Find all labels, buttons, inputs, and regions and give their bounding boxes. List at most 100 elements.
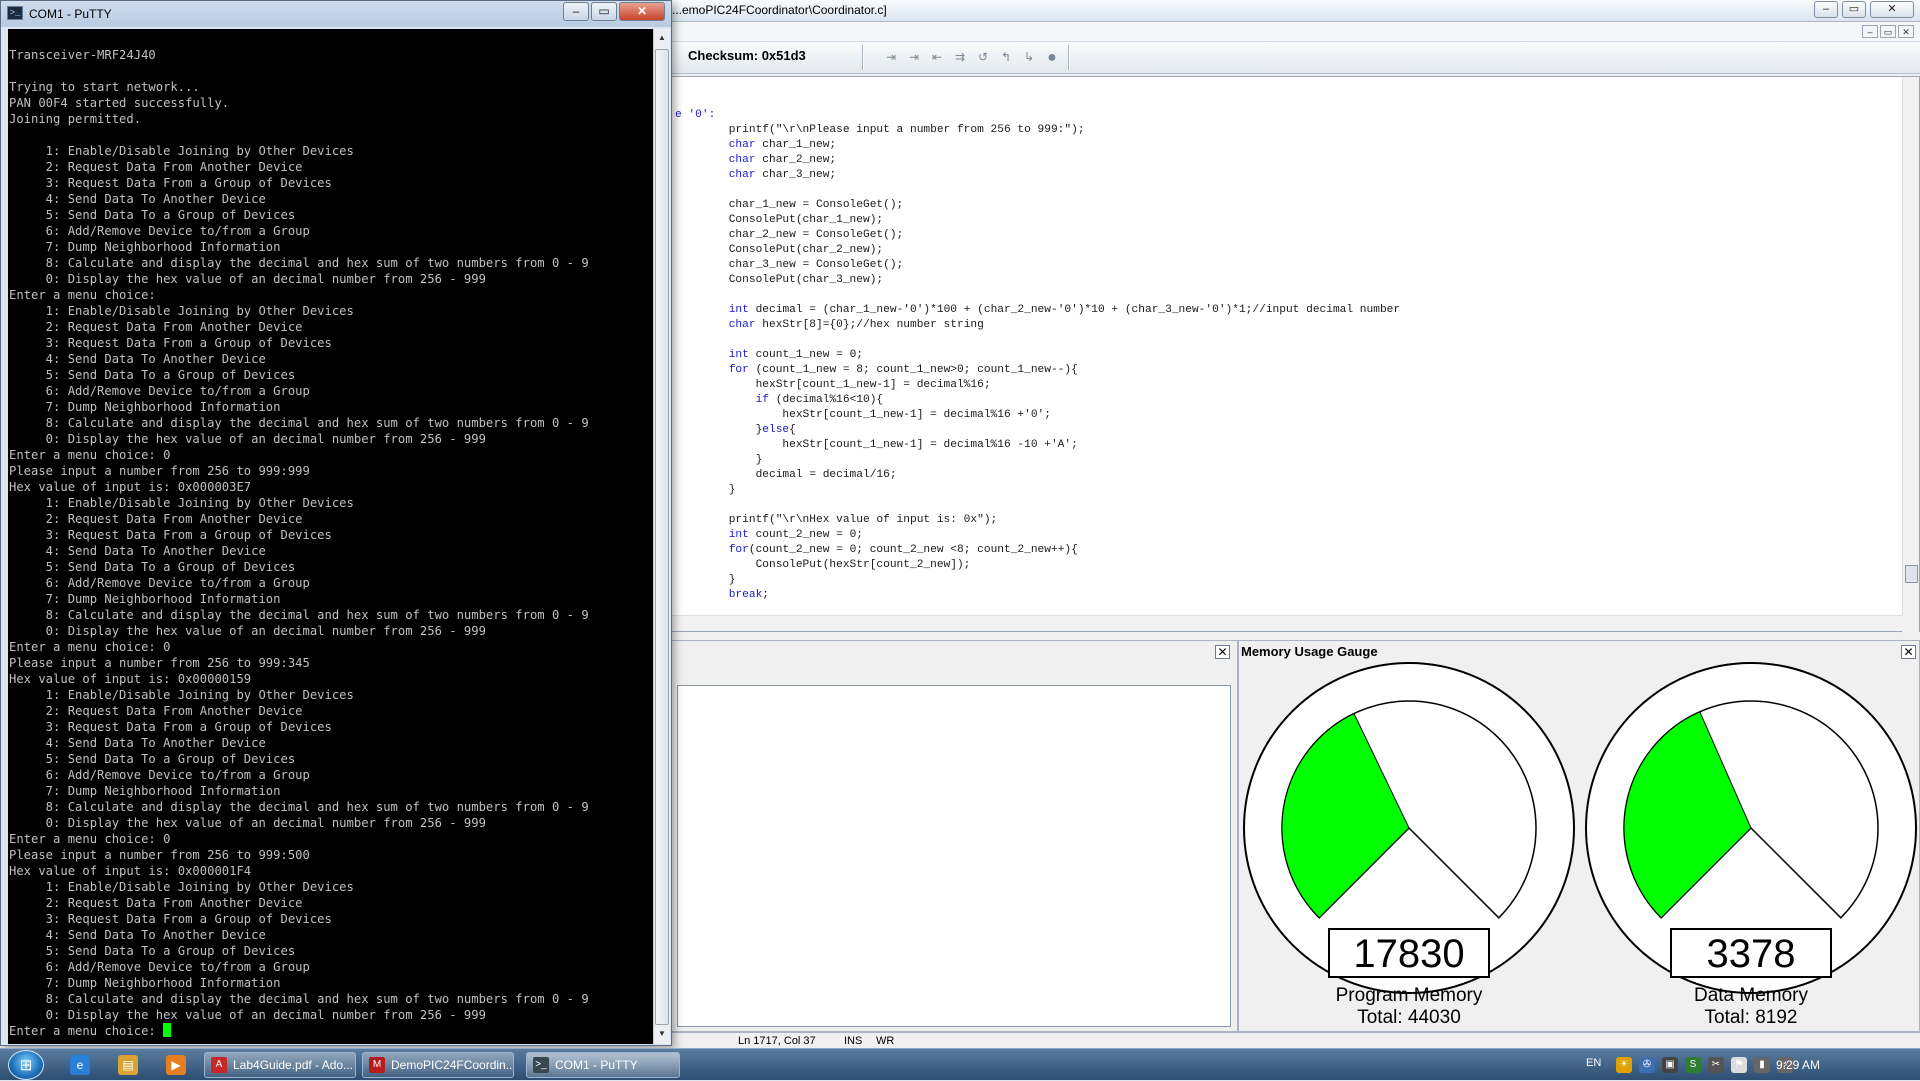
putty-title-bar[interactable]: >_ COM1 - PuTTY – ▭ ✕ xyxy=(1,1,671,27)
putty-app-icon[interactable]: >_ xyxy=(7,6,23,20)
editor-horizontal-scrollbar[interactable] xyxy=(669,615,1903,631)
putty-close-button[interactable]: ✕ xyxy=(619,2,665,21)
code-segment: } xyxy=(675,484,736,496)
terminal-screen[interactable]: Transceiver-MRF24J40 Trying to start net… xyxy=(8,29,653,1044)
explorer-icon[interactable]: ▤ xyxy=(118,1055,138,1075)
putty-minimize-button[interactable]: – xyxy=(563,2,589,21)
code-segment: char_1_new; xyxy=(755,139,837,151)
code-segment: ConsolePut(char_1_new); xyxy=(675,214,884,226)
tray-icon-6[interactable]: ⚑ xyxy=(1731,1057,1747,1073)
record-icon[interactable]: ● xyxy=(1043,49,1061,66)
code-line: for (count_1_new = 8; count_1_new>0; cou… xyxy=(675,363,1400,378)
code-segment: ConsolePut(char_3_new); xyxy=(675,274,884,286)
code-line: } xyxy=(675,483,1400,498)
mdi-close-button[interactable]: ✕ xyxy=(1898,25,1914,38)
code-segment: char_1_new = ConsoleGet(); xyxy=(675,199,904,211)
code-line: char_2_new = ConsoleGet(); xyxy=(675,228,1400,243)
code-keyword: for xyxy=(728,364,749,376)
ie-icon[interactable]: e xyxy=(70,1055,90,1075)
ide-close-button[interactable]: ✕ xyxy=(1870,1,1914,18)
terminal-text: Transceiver-MRF24J40 Trying to start net… xyxy=(9,48,589,1038)
code-segment: decimal = decimal/16; xyxy=(675,469,897,481)
editor-vertical-scrollbar[interactable] xyxy=(1902,77,1919,633)
code-text[interactable]: e '0': printf("\r\nPlease input a number… xyxy=(675,108,1400,603)
code-segment: { xyxy=(789,424,796,436)
tray-icon-4[interactable]: S xyxy=(1685,1057,1701,1073)
code-keyword: char xyxy=(728,154,756,166)
program-memory-value: 17830 xyxy=(1328,928,1490,978)
code-segment: hexStr[count_1_new-1] = decimal%16; xyxy=(675,379,991,391)
output-text-area[interactable] xyxy=(677,685,1231,1027)
mdi-minimize-button[interactable]: – xyxy=(1862,25,1878,38)
code-segment: count_2_new = 0; xyxy=(748,529,864,541)
code-segment: } xyxy=(675,424,763,436)
putty-window: >_ COM1 - PuTTY – ▭ ✕ Transceiver-MRF24J… xyxy=(0,0,672,1046)
output-pane-close-button[interactable]: ✕ xyxy=(1215,645,1230,659)
code-line: int count_1_new = 0; xyxy=(675,348,1400,363)
animate-icon[interactable]: ⇉ xyxy=(951,49,969,66)
terminal-output[interactable]: Transceiver-MRF24J40 Trying to start net… xyxy=(9,47,589,1039)
breakpoint-down-icon[interactable]: ↳ xyxy=(1020,49,1038,66)
clock[interactable]: 9:29 AM xyxy=(1776,1058,1820,1072)
tray-icon-3[interactable]: ▣ xyxy=(1662,1057,1678,1073)
task-mplab[interactable]: M DemoPIC24FCoordin... xyxy=(362,1052,514,1078)
code-line: } xyxy=(675,573,1400,588)
ide-restore-button[interactable]: ▭ xyxy=(1842,1,1866,18)
mdi-restore-button[interactable]: ▭ xyxy=(1880,25,1896,38)
tray-icon-1[interactable]: ☀ xyxy=(1616,1057,1632,1073)
code-segment: hexStr[count_1_new-1] = decimal%16 -10 +… xyxy=(675,439,1078,451)
terminal-scrollbar[interactable]: ▲ ▼ xyxy=(653,29,670,1044)
code-line: ConsolePut(hexStr[count_2_new]); xyxy=(675,558,1400,573)
code-line: hexStr[count_1_new-1] = decimal%16; xyxy=(675,378,1400,393)
ide-window-title: ...emoPIC24FCoordinator\Coordinator.c] xyxy=(672,3,887,17)
task-putty[interactable]: >_ COM1 - PuTTY xyxy=(526,1052,680,1078)
reset-icon[interactable]: ↺ xyxy=(974,49,992,66)
code-editor[interactable]: e '0': printf("\r\nPlease input a number… xyxy=(668,76,1920,633)
code-segment: count_1_new = 0; xyxy=(748,349,864,361)
code-segment: decimal = (char_1_new-'0')*100 + (char_2… xyxy=(748,304,1401,316)
tray-network-icon[interactable]: ▮ xyxy=(1754,1057,1770,1073)
code-segment: ConsolePut(hexStr[count_2_new]); xyxy=(675,559,971,571)
data-memory-label: Data Memory xyxy=(1693,985,1809,1006)
code-line: for(count_2_new = 0; count_2_new <8; cou… xyxy=(675,543,1400,558)
language-indicator[interactable]: EN xyxy=(1586,1057,1601,1069)
code-line: char char_2_new; xyxy=(675,153,1400,168)
scroll-down-arrow-icon[interactable]: ▼ xyxy=(655,1026,669,1042)
editor-scroll-thumb[interactable] xyxy=(1905,565,1918,583)
code-keyword: char xyxy=(728,169,756,181)
code-line: decimal = decimal/16; xyxy=(675,468,1400,483)
code-segment: char_2_new; xyxy=(755,154,837,166)
step-into-icon[interactable]: ⇥ xyxy=(882,49,900,66)
toolbar-separator xyxy=(862,45,864,70)
code-segment: char_2_new = ConsoleGet(); xyxy=(675,229,904,241)
step-over-icon[interactable]: ⇥ xyxy=(905,49,923,66)
code-segment: ; xyxy=(762,589,770,601)
task-button-label: DemoPIC24FCoordin... xyxy=(391,1058,514,1072)
media-player-icon[interactable]: ▶ xyxy=(166,1055,186,1075)
code-line: char_3_new = ConsoleGet(); xyxy=(675,258,1400,273)
gauge-pane-close-button[interactable]: ✕ xyxy=(1901,645,1916,659)
scroll-up-arrow-icon[interactable]: ▲ xyxy=(655,30,669,46)
task-mplab-icon: M xyxy=(369,1057,385,1073)
task-lab4guide[interactable]: A Lab4Guide.pdf - Ado... xyxy=(204,1052,356,1078)
breakpoint-up-icon[interactable]: ↰ xyxy=(997,49,1015,66)
start-button[interactable]: ⊞ xyxy=(8,1050,44,1080)
tray-icon-5[interactable]: ✂ xyxy=(1708,1057,1724,1073)
step-out-icon[interactable]: ⇤ xyxy=(928,49,946,66)
system-tray: EN ☀ ✇ ▣ S ✂ ⚑ ▮ ♪ xyxy=(1572,1049,1920,1081)
putty-maximize-button[interactable]: ▭ xyxy=(591,2,617,21)
tray-icon-2[interactable]: ✇ xyxy=(1639,1057,1655,1073)
program-memory-total: Total: 44030 xyxy=(1357,1007,1461,1028)
ide-minimize-button[interactable]: – xyxy=(1814,1,1838,18)
task-button-label: Lab4Guide.pdf - Ado... xyxy=(233,1058,354,1072)
code-line: int decimal = (char_1_new-'0')*100 + (ch… xyxy=(675,303,1400,318)
terminal-scroll-thumb[interactable] xyxy=(655,49,669,1025)
